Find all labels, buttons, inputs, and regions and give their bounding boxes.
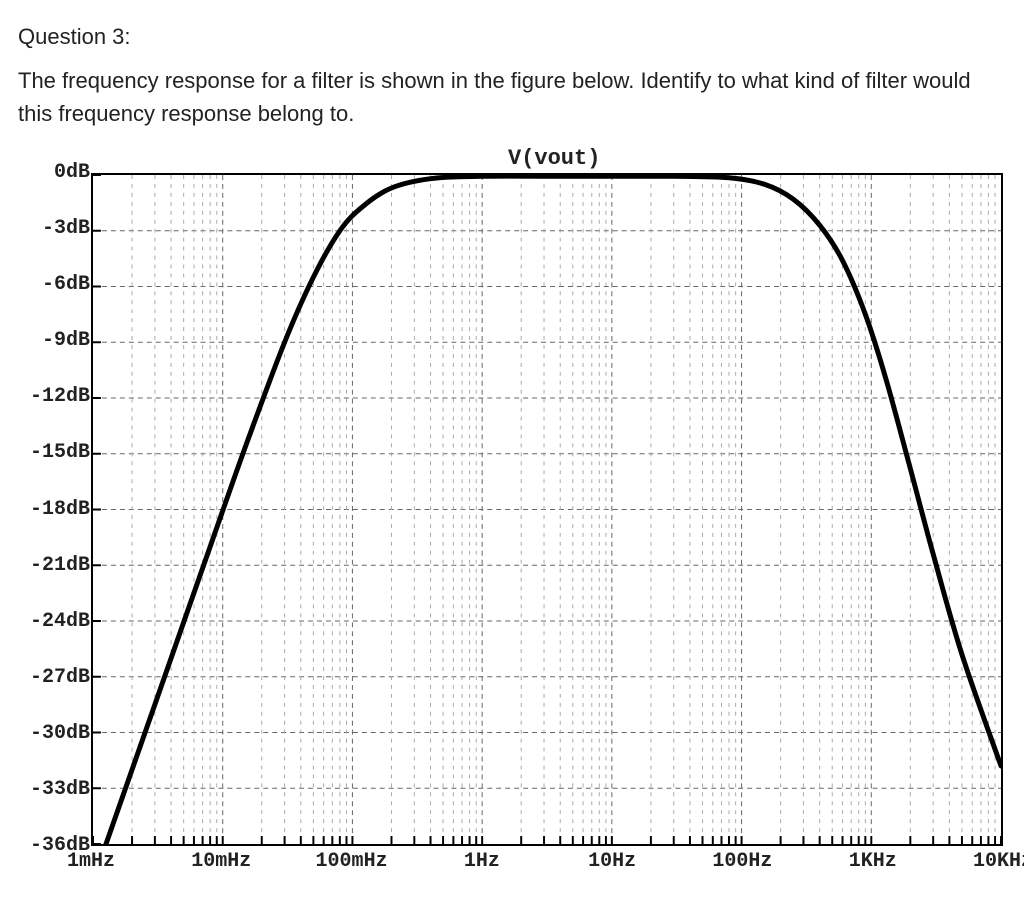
x-tick-label: 1Hz (464, 850, 500, 873)
x-axis-ticks: 1mHz10mHz100mHz1Hz10Hz100Hz1KHz10KHz (91, 848, 1003, 878)
question-prompt: The frequency response for a filter is s… (18, 64, 1006, 130)
plot-svg (93, 175, 1001, 844)
plot-area (91, 173, 1003, 846)
y-tick-label: -27dB (30, 668, 90, 688)
y-tick-label: -24dB (30, 612, 90, 632)
y-tick-label: -21dB (30, 556, 90, 576)
chart-title: V(vout) (508, 146, 600, 171)
x-tick-label: 1KHz (849, 850, 897, 873)
y-tick-label: -15dB (30, 443, 90, 463)
y-tick-label: -18dB (30, 500, 90, 520)
frequency-response-chart: V(vout) 0dB -3dB -6dB -9dB -12dB -15dB -18dB -2… (18, 148, 1006, 883)
x-tick-label: 100mHz (316, 850, 388, 873)
x-tick-label: 1mHz (67, 850, 115, 873)
question-heading: Question 3: (18, 24, 1006, 50)
y-tick-label: 0dB (54, 163, 90, 183)
y-axis-ticks: 0dB-3dB-6dB-9dB-12dB-15dB-18dB-21dB-24dB… (18, 173, 90, 846)
y-tick-label: -9dB (42, 331, 90, 351)
y-tick-label: -6dB (42, 275, 90, 295)
y-tick-label: -3dB (42, 219, 90, 239)
y-tick-label: -33dB (30, 780, 90, 800)
x-tick-label: 100Hz (712, 850, 772, 873)
response-curve (93, 176, 1001, 844)
y-tick-label: -12dB (30, 387, 90, 407)
x-tick-label: 10KHz (973, 850, 1024, 873)
x-tick-label: 10Hz (588, 850, 636, 873)
y-tick-label: -30dB (30, 724, 90, 744)
x-tick-label: 10mHz (191, 850, 251, 873)
